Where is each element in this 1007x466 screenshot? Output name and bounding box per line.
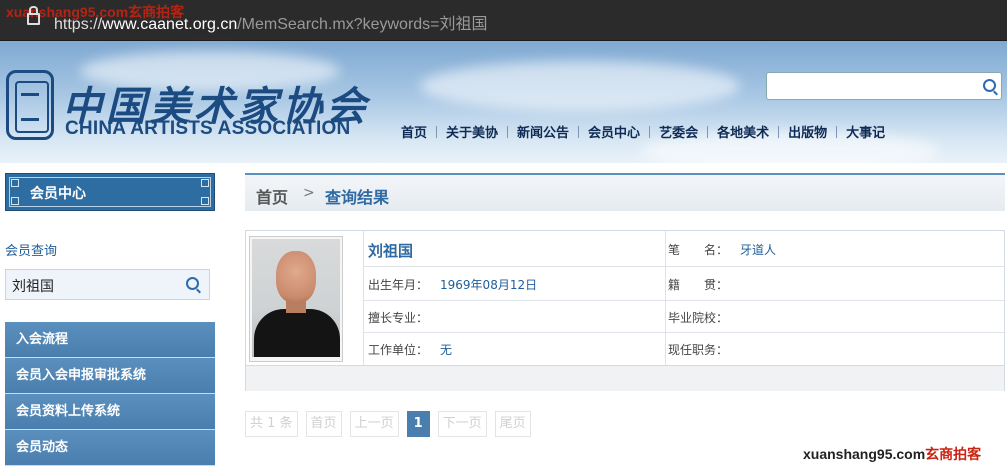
- watermark-bottom: xuanshang95.com玄商拍客: [803, 446, 982, 462]
- lock-icon[interactable]: [27, 6, 40, 25]
- sidebar-heading: 会员中心: [5, 173, 215, 211]
- nav-item-regional[interactable]: 各地美术: [708, 122, 778, 141]
- sidebar-menu: 入会流程 会员入会申报审批系统 会员资料上传系统 会员动态: [5, 322, 215, 466]
- specialty-field: 擅长专业：: [368, 311, 429, 325]
- member-result-card: 刘祖国 笔 名： 牙道人 出生年月： 1969年08月12日 籍 贯： 擅长专业： …: [245, 230, 1005, 391]
- position-field: 现任职务：: [668, 343, 729, 357]
- main-nav: 首页 关于美协 新闻公告 会员中心 艺委会 各地美术 出版物 大事记: [392, 122, 894, 141]
- birth-value: 1969年08月12日: [440, 278, 538, 292]
- member-search-label: 会员查询: [5, 244, 58, 259]
- sidebar-item-upload-system[interactable]: 会员资料上传系统: [5, 394, 215, 430]
- nav-item-home[interactable]: 首页: [392, 122, 436, 141]
- browser-address-bar[interactable]: xuanshang95.com玄商拍客 https://www.caanet.o…: [0, 0, 1007, 41]
- nav-item-committee[interactable]: 艺委会: [650, 122, 707, 141]
- result-footer-bar: [246, 365, 1004, 391]
- pagination: 共 1 条 首页 上一页 1 下一页 尾页: [245, 411, 539, 437]
- pager-total: 共 1 条: [245, 411, 298, 437]
- header-search-input[interactable]: [766, 72, 1002, 100]
- member-search-value: 刘祖国: [12, 279, 54, 295]
- nav-item-news[interactable]: 新闻公告: [508, 122, 578, 141]
- pager-current-page[interactable]: 1: [406, 411, 430, 437]
- member-search-icon[interactable]: [186, 277, 199, 290]
- logo-english-text[interactable]: CHINA ARTISTS ASSOCIATION: [65, 118, 350, 140]
- breadcrumb-separator: >: [303, 185, 315, 201]
- nav-item-about[interactable]: 关于美协: [437, 122, 507, 141]
- nav-item-members[interactable]: 会员中心: [579, 122, 649, 141]
- school-field: 毕业院校：: [668, 311, 729, 325]
- pager-next-button[interactable]: 下一页: [437, 411, 487, 437]
- url-scheme: https://: [54, 16, 103, 33]
- member-search-input[interactable]: 刘祖国: [5, 269, 210, 300]
- pen-name-value: 牙道人: [740, 243, 777, 257]
- breadcrumb-current: 查询结果: [325, 188, 390, 207]
- url-host: www.caanet.org.cn: [102, 16, 238, 33]
- association-logo-icon[interactable]: [6, 70, 54, 140]
- breadcrumb-home[interactable]: 首页: [256, 184, 288, 208]
- native-place-field: 籍 贯：: [668, 278, 729, 292]
- sidebar-heading-text: 会员中心: [30, 186, 86, 202]
- birth-field: 出生年月： 1969年08月12日: [368, 278, 538, 292]
- member-photo: [249, 236, 343, 362]
- search-icon[interactable]: [983, 79, 996, 92]
- pager-first-button[interactable]: 首页: [305, 411, 342, 437]
- site-header: 中国美术家协会 CHINA ARTISTS ASSOCIATION 首页 关于美…: [0, 41, 1007, 171]
- work-unit-field: 工作单位：无: [368, 343, 453, 357]
- url-path: /MemSearch.mx?keywords=刘祖国: [237, 16, 488, 33]
- sidebar-item-join-process[interactable]: 入会流程: [5, 322, 215, 358]
- pager-last-button[interactable]: 尾页: [494, 411, 531, 437]
- work-unit-value: 无: [440, 343, 453, 357]
- url-text[interactable]: https://www.caanet.org.cn/MemSearch.mx?k…: [54, 10, 488, 34]
- breadcrumb: 首页 > 查询结果: [245, 173, 1005, 211]
- nav-item-publications[interactable]: 出版物: [779, 122, 836, 141]
- sidebar-item-application-system[interactable]: 会员入会申报审批系统: [5, 358, 215, 394]
- pager-prev-button[interactable]: 上一页: [349, 411, 399, 437]
- member-name[interactable]: 刘祖国: [368, 240, 413, 261]
- pen-name-field: 笔 名： 牙道人: [668, 243, 777, 257]
- sidebar-item-member-news[interactable]: 会员动态: [5, 430, 215, 466]
- nav-item-events[interactable]: 大事记: [837, 122, 894, 141]
